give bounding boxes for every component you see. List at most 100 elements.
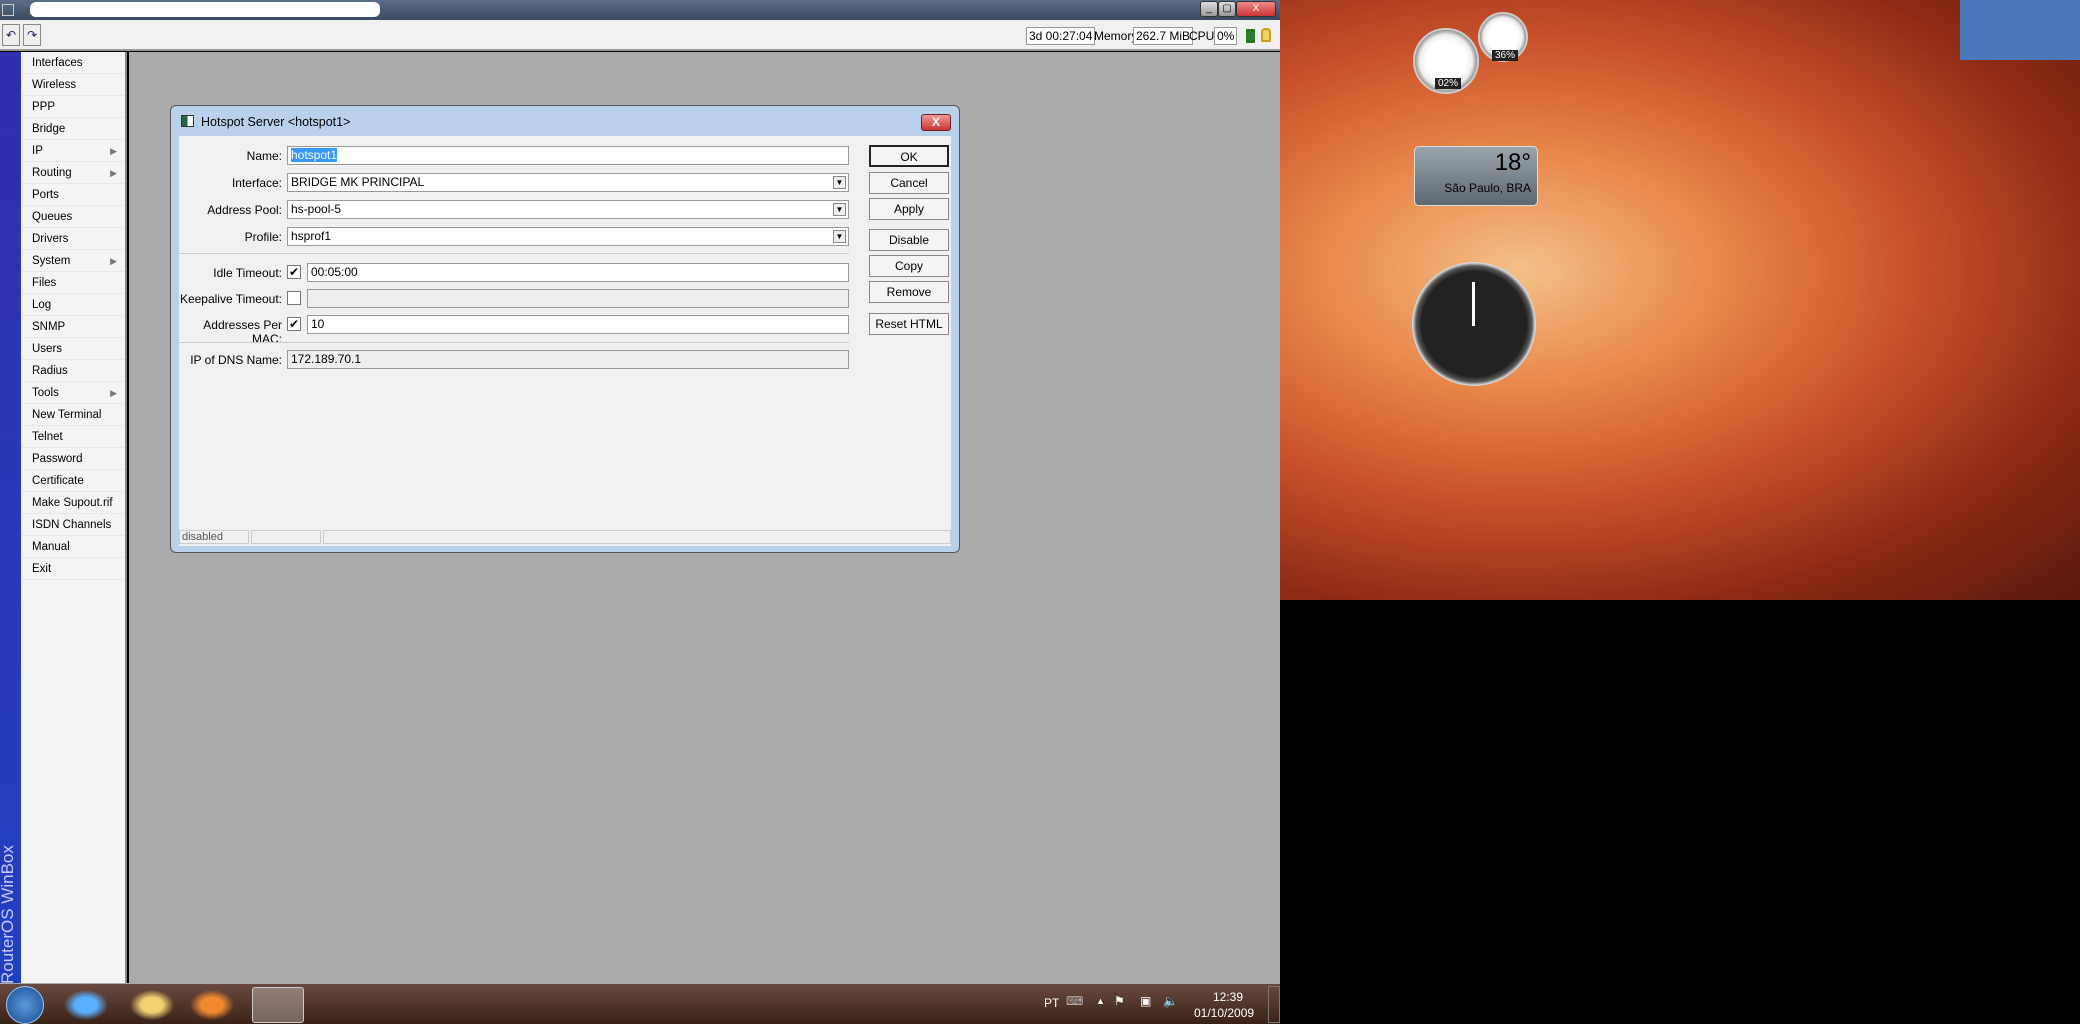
- reset-html-button[interactable]: Reset HTML: [869, 313, 949, 335]
- brand-label: RouterOS WinBox: [0, 845, 17, 984]
- address-pool-label: Address Pool:: [207, 203, 282, 217]
- profile-label: Profile:: [244, 230, 282, 244]
- sidebar-item-users[interactable]: Users: [21, 338, 125, 360]
- memory-meter-gadget[interactable]: 36%: [1478, 12, 1528, 62]
- sidebar-item-radius[interactable]: Radius: [21, 360, 125, 382]
- sidebar-item-wireless[interactable]: Wireless: [21, 74, 125, 96]
- volume-icon[interactable]: 🔈: [1163, 994, 1178, 1008]
- address-pool-select[interactable]: hs-pool-5 ▼: [287, 200, 849, 219]
- sidebar-item-label: Drivers: [32, 233, 69, 245]
- sidebar-item-label: IP: [32, 145, 43, 157]
- clock-gadget[interactable]: [1412, 262, 1536, 386]
- cpu-meter-gadget[interactable]: 02%: [1413, 28, 1479, 94]
- chevron-down-icon[interactable]: ▼: [833, 203, 846, 216]
- clock-time[interactable]: 12:39: [1208, 990, 1248, 1004]
- internet-explorer-icon[interactable]: [60, 987, 112, 1023]
- sidebar-item-manual[interactable]: Manual: [21, 536, 125, 558]
- name-input[interactable]: hotspot1: [287, 146, 849, 165]
- chevron-down-icon[interactable]: ▼: [833, 230, 846, 243]
- weather-city: São Paulo, BRA: [1444, 181, 1531, 195]
- sidebar-item-ip[interactable]: IP ▶: [21, 140, 125, 162]
- keepalive-timeout-input[interactable]: [307, 289, 849, 308]
- lock-icon: [1261, 28, 1271, 42]
- idle-timeout-input[interactable]: 00:05:00: [307, 263, 849, 282]
- interface-label: Interface:: [231, 176, 282, 190]
- sidebar-item-bridge[interactable]: Bridge: [21, 118, 125, 140]
- idle-timeout-checkbox[interactable]: ✔: [287, 265, 301, 279]
- sidebar-item-files[interactable]: Files: [21, 272, 125, 294]
- language-indicator[interactable]: PT: [1044, 996, 1059, 1010]
- sidebar-item-interfaces[interactable]: Interfaces: [21, 52, 125, 74]
- copy-button[interactable]: Copy: [869, 255, 949, 277]
- sidebar-item-certificate[interactable]: Certificate: [21, 470, 125, 492]
- address-pool-value: hs-pool-5: [291, 202, 342, 216]
- weather-gadget[interactable]: 18° São Paulo, BRA: [1414, 146, 1538, 206]
- clock-date[interactable]: 01/10/2009: [1194, 1006, 1254, 1020]
- show-hidden-icons-icon[interactable]: ▲: [1096, 996, 1105, 1006]
- interface-select[interactable]: BRIDGE MK PRINCIPAL ▼: [287, 173, 849, 192]
- sidebar-item-exit[interactable]: Exit: [21, 558, 125, 580]
- sidebar-item-label: Files: [32, 277, 57, 289]
- sidebar-item-snmp[interactable]: SNMP: [21, 316, 125, 338]
- explorer-folder-icon[interactable]: [126, 987, 178, 1023]
- ok-button[interactable]: OK: [869, 145, 949, 167]
- sidebar-item-label: Queues: [32, 211, 73, 223]
- sidebar-item-label: Routing: [32, 167, 72, 179]
- redo-button[interactable]: ↷: [23, 24, 41, 46]
- sidebar-item-label: Users: [32, 343, 63, 355]
- start-button[interactable]: [6, 986, 44, 1024]
- desktop-wallpaper: [1280, 0, 2080, 600]
- sidebar-item-drivers[interactable]: Drivers: [21, 228, 125, 250]
- remove-button[interactable]: Remove: [869, 281, 949, 303]
- network-icon[interactable]: ▣: [1140, 994, 1151, 1008]
- chevron-down-icon[interactable]: ▼: [833, 176, 846, 189]
- redacted-title: [30, 2, 380, 17]
- sidebar-item-isdn-channels[interactable]: ISDN Channels: [21, 514, 125, 536]
- memory-value: 262.7 MiB: [1133, 27, 1194, 45]
- winbox-titlebar: _ ▢ X: [0, 0, 1280, 20]
- disable-button[interactable]: Disable: [869, 229, 949, 251]
- media-player-icon[interactable]: [186, 987, 238, 1023]
- sidebar-item-label: Telnet: [32, 431, 63, 443]
- sidebar-item-make-supout-rif[interactable]: Make Supout.rif: [21, 492, 125, 514]
- sidebar-item-new-terminal[interactable]: New Terminal: [21, 404, 125, 426]
- interface-value: BRIDGE MK PRINCIPAL: [291, 175, 425, 189]
- cpu-value: 0%: [1214, 27, 1238, 45]
- undo-button[interactable]: ↶: [2, 24, 20, 46]
- show-desktop-button[interactable]: [1268, 986, 1280, 1023]
- cancel-button[interactable]: Cancel: [869, 172, 949, 194]
- sidebar-item-label: System: [32, 255, 71, 267]
- sidebar-item-telnet[interactable]: Telnet: [21, 426, 125, 448]
- dialog-close-button[interactable]: X: [921, 114, 951, 131]
- minimize-button[interactable]: _: [1200, 1, 1218, 17]
- sidebar-item-password[interactable]: Password: [21, 448, 125, 470]
- close-window-button[interactable]: X: [1236, 1, 1276, 17]
- addresses-per-mac-input[interactable]: 10: [307, 315, 849, 334]
- window-icon: [181, 115, 194, 127]
- sidebar-item-queues[interactable]: Queues: [21, 206, 125, 228]
- sidebar-item-ppp[interactable]: PPP: [21, 96, 125, 118]
- sidebar-item-ports[interactable]: Ports: [21, 184, 125, 206]
- sidebar-item-routing[interactable]: Routing ▶: [21, 162, 125, 184]
- restore-button[interactable]: ▢: [1218, 1, 1236, 17]
- sidebar-item-label: Exit: [32, 563, 52, 575]
- apply-button[interactable]: Apply: [869, 198, 949, 220]
- sidebar-menu: Interfaces Wireless PPP Bridge IP ▶ Routing ▶ Po…: [21, 52, 127, 984]
- profile-select[interactable]: hsprof1 ▼: [287, 227, 849, 246]
- sidebar-item-log[interactable]: Log: [21, 294, 125, 316]
- status-cell: [251, 530, 321, 544]
- sidebar-item-label: Radius: [32, 365, 68, 377]
- app-icon: [2, 4, 14, 16]
- sidebar-item-system[interactable]: System ▶: [21, 250, 125, 272]
- dns-name-value: 172.189.70.1: [291, 352, 362, 366]
- dns-name-field: 172.189.70.1: [287, 350, 849, 369]
- addresses-per-mac-checkbox[interactable]: ✔: [287, 317, 301, 331]
- submenu-arrow-icon: ▶: [110, 146, 117, 156]
- idle-timeout-label: Idle Timeout:: [213, 266, 282, 280]
- status-cell: [323, 530, 951, 544]
- sidebar-item-tools[interactable]: Tools ▶: [21, 382, 125, 404]
- winbox-task-button[interactable]: [252, 987, 304, 1023]
- keyboard-icon[interactable]: ⌨: [1066, 994, 1083, 1008]
- keepalive-timeout-checkbox[interactable]: [287, 291, 301, 305]
- action-center-flag-icon[interactable]: ⚑: [1114, 994, 1125, 1008]
